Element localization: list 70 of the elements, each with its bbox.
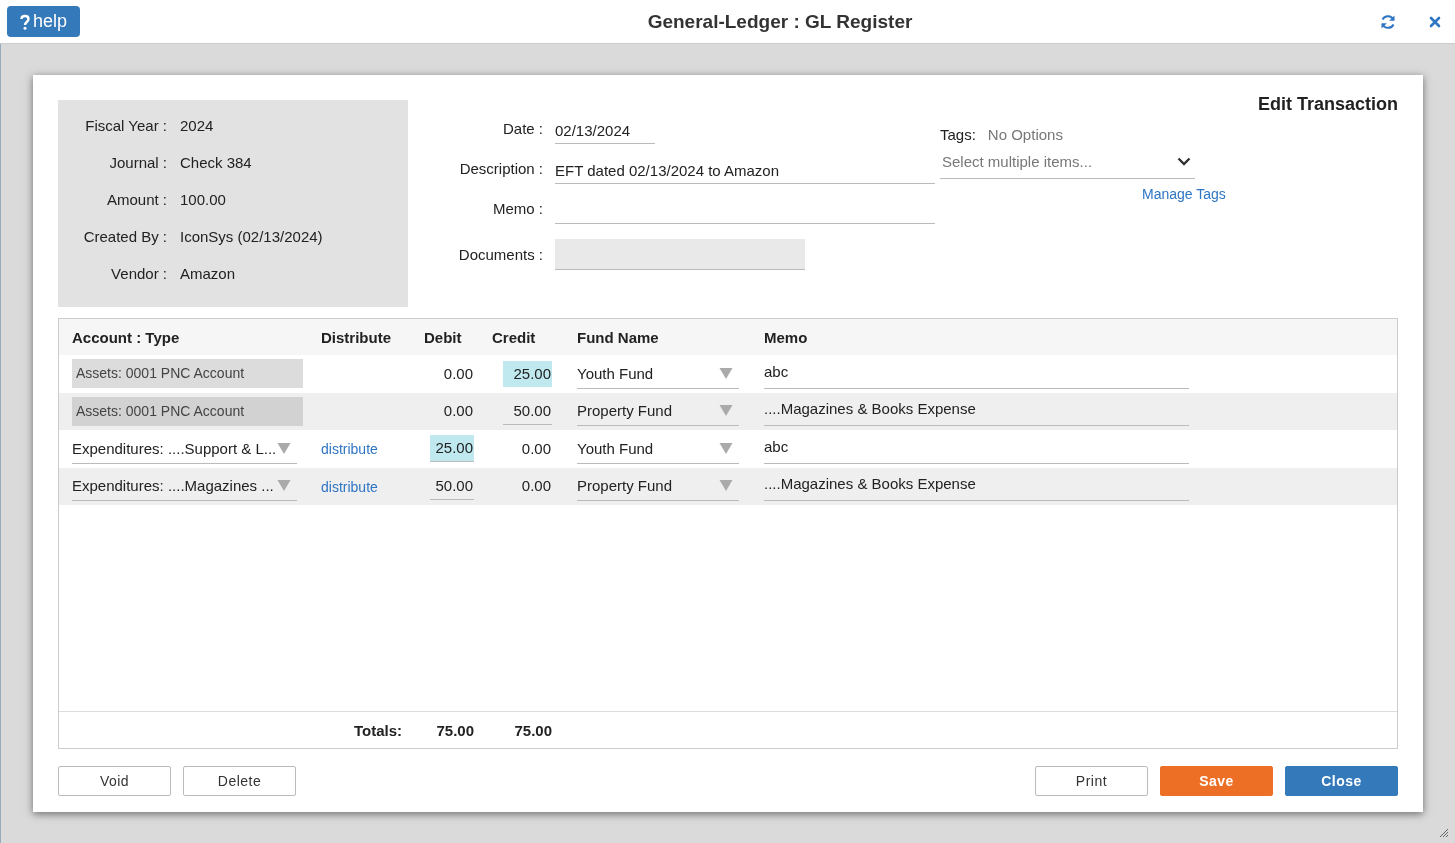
help-button[interactable]: help — [7, 6, 81, 37]
field-label: Created By : — [82, 227, 167, 246]
field-label: Memo : — [492, 199, 543, 219]
account-dropdown[interactable]: Expenditures: ....Support & L... — [72, 433, 297, 464]
resize-grip-icon[interactable] — [1439, 828, 1449, 838]
distribute-link[interactable]: distribute — [321, 478, 378, 495]
field-value: 2024 — [180, 116, 214, 135]
field-label: Vendor : — [110, 264, 167, 283]
amount-field[interactable]: 50.00 — [430, 472, 474, 500]
question-icon[interactable] — [20, 13, 30, 30]
action-button[interactable]: Void — [58, 766, 171, 796]
documents-field[interactable] — [555, 239, 805, 270]
account-field: Assets: 0001 PNC Account — [72, 396, 303, 426]
amount-field[interactable]: 25.00 — [430, 435, 474, 463]
distribute-link[interactable]: distribute — [321, 441, 378, 458]
fund-dropdown[interactable]: Youth Fund — [577, 433, 739, 464]
caret-icon[interactable] — [719, 441, 733, 455]
action-button[interactable]: Close — [1285, 766, 1398, 796]
action-button[interactable]: Print — [1035, 766, 1148, 796]
field-value: 100.00 — [180, 190, 226, 209]
caret-icon[interactable] — [719, 404, 733, 418]
window-title: General-Ledger : GL Register — [647, 10, 913, 33]
amount-field[interactable]: 50.00 — [503, 397, 552, 425]
total-value: 75.00 — [513, 721, 553, 739]
memo-field[interactable]: abc — [764, 433, 1189, 464]
fund-dropdown[interactable]: Property Fund — [577, 471, 739, 502]
table-cell-text: 0.00 — [442, 401, 474, 422]
field-label: Description : — [458, 159, 543, 179]
caret-icon[interactable] — [277, 479, 291, 493]
action-button[interactable]: Delete — [183, 766, 296, 796]
close-icon[interactable] — [1429, 15, 1441, 28]
input-field[interactable]: EFT dated 02/13/2024 to Amazon — [555, 157, 935, 184]
field-label: Journal : — [108, 153, 167, 172]
account-field: Assets: 0001 PNC Account — [72, 359, 303, 389]
table-cell: 25.00 — [503, 360, 552, 387]
table-cell-text: 0.00 — [442, 363, 474, 384]
chevron-down-icon[interactable] — [1177, 157, 1191, 166]
input-field[interactable]: 02/13/2024 — [555, 117, 655, 144]
column-header: Fund Name — [576, 328, 660, 346]
refresh-icon[interactable] — [1380, 13, 1396, 30]
manage-tags-link[interactable]: Manage Tags — [1142, 186, 1226, 202]
column-header: Distribute — [320, 328, 392, 346]
field-label: Amount : — [105, 190, 167, 209]
field-value: Check 384 — [180, 153, 252, 172]
fund-dropdown[interactable]: Youth Fund — [577, 358, 739, 389]
total-value: 75.00 — [435, 721, 475, 739]
field-label: Fiscal Year : — [84, 116, 167, 135]
field-label: Tags: — [940, 126, 976, 143]
hint-text: No Options — [987, 126, 1063, 143]
tags-dropdown[interactable]: Select multiple items... — [940, 149, 1195, 179]
dialog-title: Edit Transaction — [1256, 94, 1398, 116]
field-value: IconSys (02/13/2024) — [180, 227, 323, 246]
totals-label: Totals: — [352, 721, 403, 739]
fund-dropdown[interactable]: Property Fund — [577, 396, 739, 427]
memo-field[interactable]: abc — [764, 358, 1189, 389]
caret-icon[interactable] — [719, 366, 733, 380]
column-header: Credit — [491, 328, 537, 346]
field-label: Date : — [501, 119, 543, 139]
caret-icon[interactable] — [277, 441, 291, 455]
table-cell-text: 0.00 — [520, 438, 552, 459]
column-header: Debit — [424, 328, 463, 346]
column-header: Memo — [763, 328, 809, 346]
account-dropdown[interactable]: Expenditures: ....Magazines ... — [72, 471, 297, 502]
table-cell-text: 0.00 — [520, 476, 552, 497]
field-value: Amazon — [180, 264, 236, 283]
memo-field[interactable]: ....Magazines & Books Expense — [764, 471, 1189, 502]
caret-icon[interactable] — [719, 479, 733, 493]
column-header: Account : Type — [71, 328, 181, 346]
memo-field[interactable]: ....Magazines & Books Expense — [764, 396, 1189, 427]
field-label: Documents : — [457, 245, 543, 265]
